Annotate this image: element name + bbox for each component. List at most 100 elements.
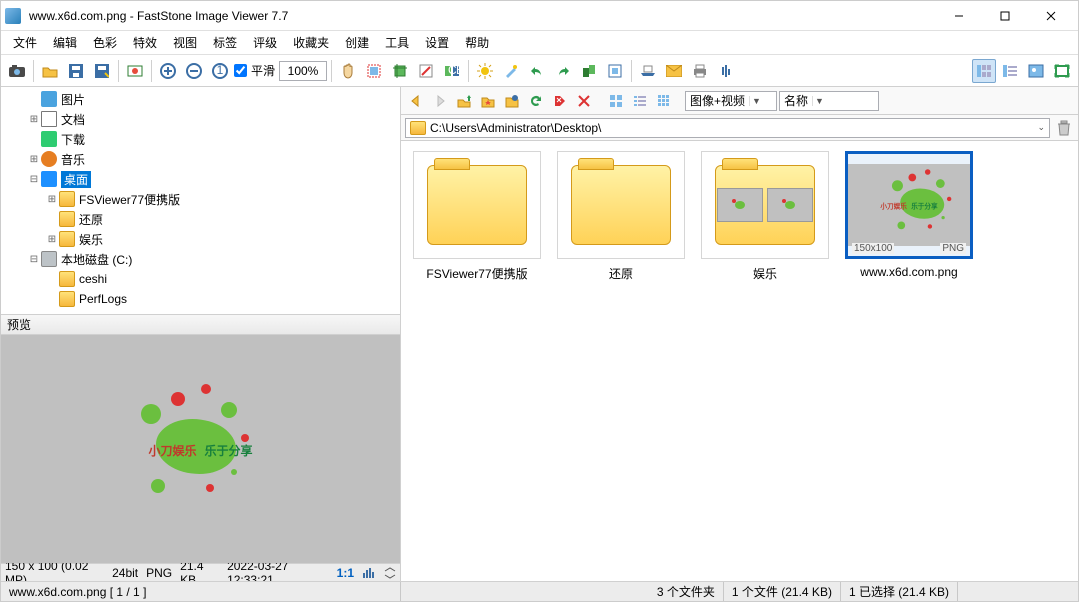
view-small-icon[interactable]	[653, 90, 675, 112]
tree-item[interactable]: ⊟本地磁盘 (C:)	[1, 249, 400, 269]
tree-item[interactable]: ·图片	[1, 89, 400, 109]
save-as-icon[interactable]	[90, 59, 114, 83]
tree-item[interactable]: ·PerfLogs	[1, 289, 400, 309]
up-icon[interactable]	[453, 90, 475, 112]
tree-item[interactable]: ⊞音乐	[1, 149, 400, 169]
tag-delete-icon[interactable]	[549, 90, 571, 112]
menu-创建[interactable]: 创建	[337, 32, 377, 53]
select-rect-icon[interactable]	[362, 59, 386, 83]
trash-icon[interactable]	[1054, 118, 1074, 138]
folder-tree[interactable]: ·图片⊞文档·下载⊞音乐⊟桌面⊞FSViewer77便携版·还原⊞娱乐⊟本地磁盘…	[1, 87, 400, 315]
expander-icon[interactable]: ⊟	[27, 174, 41, 185]
expand-icon[interactable]	[384, 567, 396, 579]
menu-视图[interactable]: 视图	[165, 32, 205, 53]
view-full-icon[interactable]	[1050, 59, 1074, 83]
histogram-icon[interactable]	[362, 567, 376, 579]
view-list-icon[interactable]	[629, 90, 651, 112]
settings-icon[interactable]	[714, 59, 738, 83]
tree-item[interactable]: ·下载	[1, 129, 400, 149]
view-thumb-icon[interactable]	[972, 59, 996, 83]
close-button[interactable]	[1028, 1, 1074, 31]
view-single-icon[interactable]	[1024, 59, 1048, 83]
menu-帮助[interactable]: 帮助	[457, 32, 497, 53]
zoom-out-icon[interactable]	[182, 59, 206, 83]
thumbnail-item[interactable]: 小刀娱乐乐于分享150x100PNGwww.x6d.com.png	[843, 151, 975, 279]
info-scale[interactable]: 1:1	[337, 566, 354, 580]
mail-icon[interactable]	[662, 59, 686, 83]
tree-item[interactable]: ⊞娱乐	[1, 229, 400, 249]
delete-icon[interactable]	[573, 90, 595, 112]
filter-type-label: 图像+视频	[690, 92, 745, 109]
menu-文件[interactable]: 文件	[5, 32, 45, 53]
tree-item[interactable]: ·ceshi	[1, 269, 400, 289]
history-icon[interactable]	[501, 90, 523, 112]
redo-icon[interactable]	[551, 59, 575, 83]
view-detail-icon[interactable]	[998, 59, 1022, 83]
zoom-value[interactable]: 100%	[279, 61, 327, 81]
preview-pane[interactable]: 小刀娱乐乐于分享	[1, 335, 400, 563]
tree-item[interactable]: ⊟桌面	[1, 169, 400, 189]
smooth-toggle[interactable]: 平滑	[234, 62, 277, 79]
menu-编辑[interactable]: 编辑	[45, 32, 85, 53]
tree-label: 还原	[79, 211, 103, 228]
thumbnail-area[interactable]: FSViewer77便携版还原娱乐 小刀娱乐乐于分享150x100PNGwww.x…	[401, 141, 1078, 581]
menu-收藏夹[interactable]: 收藏夹	[285, 32, 337, 53]
menu-色彩[interactable]: 色彩	[85, 32, 125, 53]
menu-特效[interactable]: 特效	[125, 32, 165, 53]
thumbnail-item[interactable]: 娱乐	[699, 151, 831, 282]
crop-icon[interactable]	[388, 59, 412, 83]
pic-icon	[41, 91, 57, 107]
zoom-in-icon[interactable]	[156, 59, 180, 83]
view-large-icon[interactable]	[605, 90, 627, 112]
sort-label: 名称	[784, 92, 808, 109]
scan-icon[interactable]	[636, 59, 660, 83]
tree-item[interactable]: ⊞文档	[1, 109, 400, 129]
filter-type-combo[interactable]: 图像+视频▼	[685, 91, 777, 111]
expander-icon[interactable]: ⊞	[27, 114, 41, 125]
menu-标签[interactable]: 标签	[205, 32, 245, 53]
refresh-icon[interactable]	[525, 90, 547, 112]
thumbnail-item[interactable]: FSViewer77便携版	[411, 151, 543, 282]
menu-设置[interactable]: 设置	[417, 32, 457, 53]
thumbnail-item[interactable]: 还原	[555, 151, 687, 282]
hand-icon[interactable]	[336, 59, 360, 83]
wizard-icon[interactable]	[499, 59, 523, 83]
favorites-icon[interactable]	[477, 90, 499, 112]
thumb-caption: www.x6d.com.png	[860, 265, 957, 279]
app-icon	[5, 8, 21, 24]
back-icon[interactable]	[405, 90, 427, 112]
adjust-light-icon[interactable]	[473, 59, 497, 83]
preview-header: 预览	[1, 315, 400, 335]
print-icon[interactable]	[688, 59, 712, 83]
save-icon[interactable]	[64, 59, 88, 83]
forward-icon[interactable]	[429, 90, 451, 112]
draw-icon[interactable]	[414, 59, 438, 83]
resize-icon[interactable]	[577, 59, 601, 83]
expander-icon[interactable]: ⊞	[27, 154, 41, 165]
folder-icon	[59, 191, 75, 207]
canvas-icon[interactable]	[603, 59, 627, 83]
minimize-button[interactable]	[936, 1, 982, 31]
open-icon[interactable]	[38, 59, 62, 83]
zoom-actual-icon[interactable]: 1	[208, 59, 232, 83]
maximize-button[interactable]	[982, 1, 1028, 31]
menu-评级[interactable]: 评级	[245, 32, 285, 53]
expander-icon[interactable]: ⊞	[45, 194, 59, 205]
smooth-checkbox[interactable]	[234, 64, 247, 77]
capture-icon[interactable]	[5, 59, 29, 83]
thumb-caption: 娱乐	[753, 265, 777, 282]
nav-toolbar: 图像+视频▼ 名称▼	[401, 87, 1078, 115]
tree-item[interactable]: ⊞FSViewer77便携版	[1, 189, 400, 209]
disk-icon	[41, 251, 57, 267]
menu-工具[interactable]: 工具	[377, 32, 417, 53]
compare-icon[interactable]: CB	[440, 59, 464, 83]
address-combo[interactable]: C:\Users\Administrator\Desktop\ ⌄	[405, 118, 1050, 138]
sort-combo[interactable]: 名称▼	[779, 91, 879, 111]
expander-icon[interactable]: ⊟	[27, 254, 41, 265]
tree-label: 图片	[61, 91, 85, 108]
tree-item[interactable]: ·还原	[1, 209, 400, 229]
expander-icon[interactable]: ⊞	[45, 234, 59, 245]
undo-icon[interactable]	[525, 59, 549, 83]
slideshow-icon[interactable]	[123, 59, 147, 83]
chevron-down-icon: ⌄	[1037, 122, 1045, 133]
